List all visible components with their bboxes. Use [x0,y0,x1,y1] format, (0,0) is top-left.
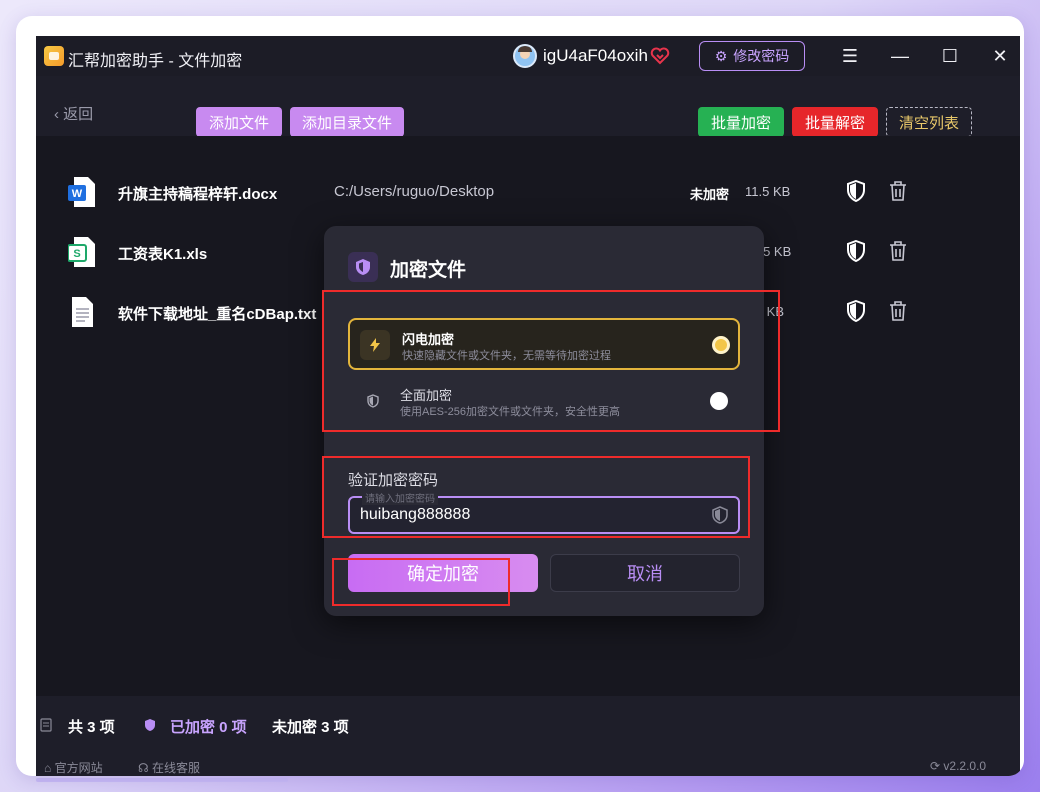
file-name: 软件下载地址_重名cDBap.txt [118,306,317,323]
encrypt-shield-icon[interactable] [846,300,866,322]
shield-icon[interactable] [712,506,728,524]
list-doc-icon [40,718,52,732]
trash-icon[interactable] [888,180,908,202]
headset-icon: ☊ [138,761,152,775]
batch-decrypt-button[interactable]: 批量解密 [792,107,878,137]
excel-file-icon: S [68,237,95,267]
clear-list-button[interactable]: 清空列表 [886,107,972,137]
website-label: 官方网站 [54,761,103,775]
summary-bar: 共 3 项 已加密 0 项 未加密 3 项 [36,696,1020,756]
version-info: ⟳ v2.2.0.0 [930,759,986,773]
app-window: 汇帮加密助手 - 文件加密 igU4aF04oxih ⚙ 修改密码 ☰ — ☐ … [36,36,1020,776]
option-title: 闪电加密 [402,332,455,347]
status-bar: ⌂ 官方网站 ☊ 在线客服 ⟳ v2.2.0.0 [36,756,1020,776]
refresh-icon: ⟳ [930,759,944,773]
text-file-icon [72,297,93,327]
cancel-button[interactable]: 取消 [550,554,740,592]
home-icon: ⌂ [44,761,55,775]
option-description: 使用AES-256加密文件或文件夹，安全性更高 [400,406,621,418]
file-size: 11.5 KB [745,184,791,199]
password-field[interactable]: 请输入加密密码 [348,490,740,534]
dialog-title: 加密文件 [390,260,467,281]
option-description: 快速隐藏文件或文件夹，无需等待加密过程 [402,350,611,362]
confirm-encrypt-button[interactable]: 确定加密 [348,554,538,592]
minimize-icon[interactable]: — [886,44,914,68]
option-flash-encrypt[interactable]: 闪电加密 快速隐藏文件或文件夹，无需等待加密过程 [348,318,740,370]
radio-unselected[interactable] [710,392,728,410]
svg-text:W: W [72,188,83,200]
password-placeholder-label: 请输入加密密码 [362,490,438,505]
option-full-encrypt[interactable]: 全面加密 使用AES-256加密文件或文件夹，安全性更高 [348,376,740,428]
app-logo-icon [44,46,64,66]
encrypt-dialog: 加密文件 闪电加密 快速隐藏文件或文件夹，无需等待加密过程 全面加密 使用AES… [324,226,764,616]
trash-icon[interactable] [888,300,908,322]
batch-encrypt-button[interactable]: 批量加密 [698,107,784,137]
decorative-underline [36,778,288,782]
user-avatar[interactable] [513,44,537,68]
add-file-button[interactable]: 添加文件 [196,107,282,137]
total-count: 共 3 项 [68,719,115,736]
close-icon[interactable]: ✕ [986,44,1014,68]
verify-password-label: 验证加密密码 [348,472,439,489]
shield-icon [358,386,388,416]
version-label: v2.2.0.0 [943,759,987,773]
menu-icon[interactable]: ☰ [836,44,864,68]
file-status: 未加密 [690,187,730,202]
trash-icon[interactable] [888,240,908,262]
add-directory-files-button[interactable]: 添加目录文件 [290,107,404,137]
chevron-left-icon: ‹ [54,106,64,123]
svg-text:S: S [73,248,80,260]
unencrypted-count: 未加密 3 项 [272,719,349,736]
encrypt-shield-icon[interactable] [846,240,866,262]
change-password-label: 修改密码 [733,48,790,64]
file-name: 升旗主持稿程梓轩.docx [118,186,278,203]
file-path: C:/Users/ruguo/Desktop [334,183,495,200]
screenshot-card: 汇帮加密助手 - 文件加密 igU4aF04oxih ⚙ 修改密码 ☰ — ☐ … [16,16,1024,776]
gear-icon: ⚙ [714,47,728,64]
shield-icon [145,719,155,731]
back-button[interactable]: ‹ 返回 [54,103,93,124]
change-password-button[interactable]: ⚙ 修改密码 [699,41,805,71]
support-label: 在线客服 [152,761,201,775]
option-title: 全面加密 [400,388,453,403]
file-name: 工资表K1.xls [118,246,208,263]
username: igU4aF04oxih [543,46,648,65]
website-link[interactable]: ⌂ 官方网站 [44,759,103,776]
password-input[interactable] [360,504,700,526]
encrypted-count: 已加密 0 项 [170,719,247,736]
word-file-icon: W [68,177,95,207]
title-bar: 汇帮加密助手 - 文件加密 igU4aF04oxih ⚙ 修改密码 ☰ — ☐ … [36,36,1020,76]
encrypt-shield-icon[interactable] [846,180,866,202]
window-title: 汇帮加密助手 - 文件加密 [68,53,243,70]
back-label: 返回 [63,106,94,123]
vip-heart-icon [650,47,670,65]
support-link[interactable]: ☊ 在线客服 [138,759,200,776]
maximize-icon[interactable]: ☐ [936,44,964,68]
shield-icon [348,252,378,282]
radio-selected[interactable] [712,336,730,354]
lightning-icon [360,330,390,360]
